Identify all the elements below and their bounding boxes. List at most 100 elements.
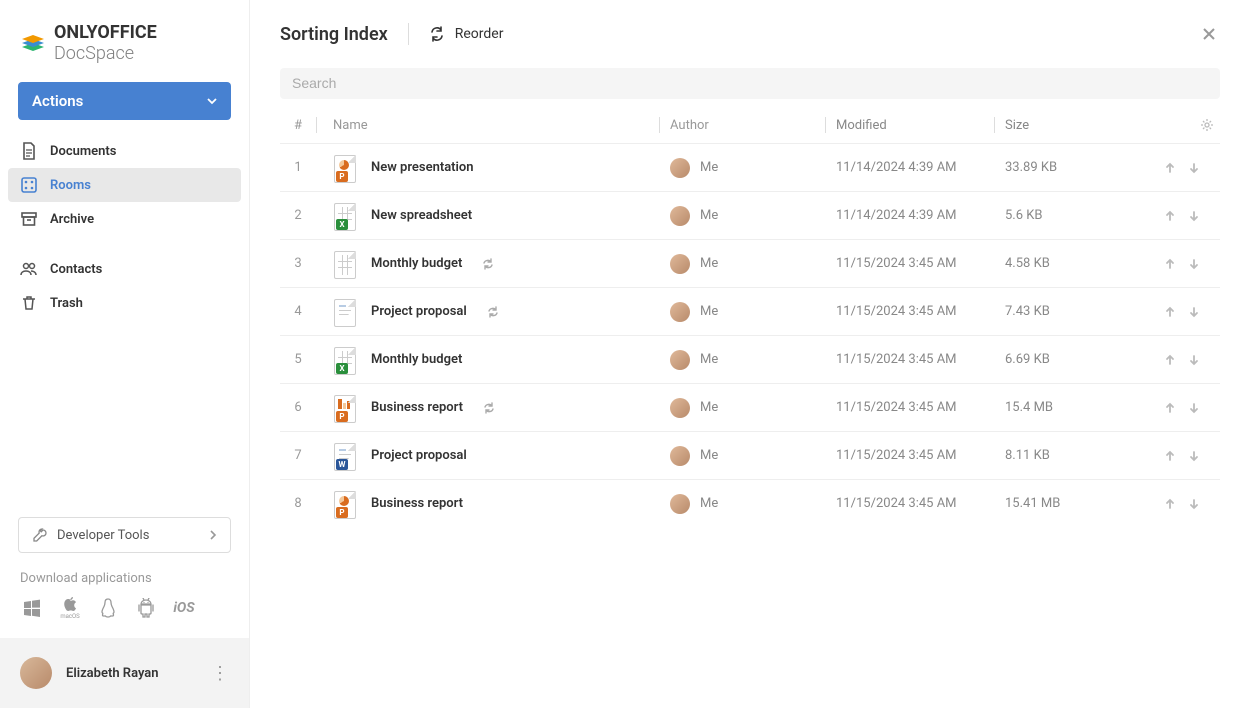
size-cell: 15.4 MB bbox=[1005, 400, 1140, 415]
sync-icon bbox=[487, 306, 499, 318]
move-up-button[interactable] bbox=[1164, 210, 1176, 222]
file-cell: P New presentation bbox=[327, 153, 659, 183]
col-index[interactable]: # bbox=[280, 118, 316, 133]
nav-label: Trash bbox=[50, 296, 83, 311]
author-name: Me bbox=[700, 352, 718, 367]
move-up-button[interactable] bbox=[1164, 402, 1176, 414]
logo-icon bbox=[20, 31, 46, 55]
move-up-button[interactable] bbox=[1164, 450, 1176, 462]
close-button[interactable] bbox=[1198, 23, 1220, 45]
nav-label: Documents bbox=[50, 144, 116, 159]
move-down-button[interactable] bbox=[1188, 162, 1200, 174]
chevron-right-icon bbox=[208, 530, 218, 540]
user-menu-button[interactable]: ⋮ bbox=[211, 663, 229, 684]
author-name: Me bbox=[700, 304, 718, 319]
author-avatar bbox=[670, 350, 690, 370]
nav-trash[interactable]: Trash bbox=[8, 286, 241, 320]
windows-icon[interactable] bbox=[20, 596, 44, 620]
search-bar[interactable] bbox=[280, 68, 1220, 99]
nav-contacts[interactable]: Contacts bbox=[8, 252, 241, 286]
move-down-button[interactable] bbox=[1188, 498, 1200, 510]
macos-icon[interactable]: macOS bbox=[58, 596, 82, 620]
file-icon: P bbox=[333, 489, 357, 519]
file-name: Monthly budget bbox=[371, 352, 462, 367]
row-index: 8 bbox=[280, 496, 316, 511]
file-name: Monthly budget bbox=[371, 256, 462, 271]
move-down-button[interactable] bbox=[1188, 450, 1200, 462]
move-down-button[interactable] bbox=[1188, 402, 1200, 414]
file-cell: X Monthly budget bbox=[327, 345, 659, 375]
ios-icon[interactable]: iOS bbox=[172, 596, 196, 620]
col-size[interactable]: Size bbox=[1005, 118, 1140, 133]
trash-icon bbox=[20, 294, 38, 312]
reorder-button[interactable]: Reorder bbox=[429, 26, 504, 42]
user-avatar[interactable] bbox=[20, 657, 52, 689]
android-icon[interactable] bbox=[134, 596, 158, 620]
file-name: Project proposal bbox=[371, 448, 467, 463]
modified-cell: 11/15/2024 3:45 AM bbox=[836, 352, 994, 367]
col-name[interactable]: Name bbox=[327, 118, 659, 133]
author-avatar bbox=[670, 158, 690, 178]
main: Sorting Index Reorder # Name Author Modi… bbox=[250, 0, 1240, 708]
logo[interactable]: ONLYOFFICE DocSpace bbox=[0, 0, 249, 82]
archive-icon bbox=[20, 210, 38, 228]
developer-tools-button[interactable]: Developer Tools bbox=[18, 517, 231, 553]
modified-cell: 11/14/2024 4:39 AM bbox=[836, 160, 994, 175]
nav-rooms[interactable]: Rooms bbox=[8, 168, 241, 202]
move-down-button[interactable] bbox=[1188, 258, 1200, 270]
table-row[interactable]: 4 Project proposal Me 11/15/2024 3:45 AM… bbox=[280, 287, 1220, 335]
col-author[interactable]: Author bbox=[670, 118, 825, 133]
linux-icon[interactable] bbox=[96, 596, 120, 620]
file-cell: P Business report bbox=[327, 489, 659, 519]
nav-label: Contacts bbox=[50, 262, 102, 277]
move-down-button[interactable] bbox=[1188, 210, 1200, 222]
move-down-button[interactable] bbox=[1188, 306, 1200, 318]
search-input[interactable] bbox=[292, 75, 1208, 91]
actions-button[interactable]: Actions bbox=[18, 82, 231, 120]
table-row[interactable]: 2 X New spreadsheet Me 11/14/2024 4:39 A… bbox=[280, 191, 1220, 239]
file-name: Business report bbox=[371, 496, 463, 511]
nav-documents[interactable]: Documents bbox=[8, 134, 241, 168]
table-row[interactable]: 7 W Project proposal Me 11/15/2024 3:45 … bbox=[280, 431, 1220, 479]
author-cell: Me bbox=[670, 206, 825, 226]
author-cell: Me bbox=[670, 254, 825, 274]
move-up-button[interactable] bbox=[1164, 354, 1176, 366]
modified-cell: 11/15/2024 3:45 AM bbox=[836, 448, 994, 463]
file-cell: P Business report bbox=[327, 393, 659, 423]
move-up-button[interactable] bbox=[1164, 498, 1176, 510]
col-modified[interactable]: Modified bbox=[836, 118, 994, 133]
file-name: New spreadsheet bbox=[371, 208, 472, 223]
table-settings-button[interactable] bbox=[1200, 118, 1220, 132]
chevron-down-icon bbox=[207, 96, 217, 106]
dev-tools-label: Developer Tools bbox=[57, 528, 149, 543]
file-icon bbox=[333, 249, 357, 279]
move-down-button[interactable] bbox=[1188, 354, 1200, 366]
nav-archive[interactable]: Archive bbox=[8, 202, 241, 236]
table-row[interactable]: 6 P Business report Me 11/15/2024 3:45 A… bbox=[280, 383, 1220, 431]
author-cell: Me bbox=[670, 494, 825, 514]
user-name: Elizabeth Rayan bbox=[66, 666, 197, 681]
size-cell: 33.89 KB bbox=[1005, 160, 1140, 175]
sync-icon bbox=[482, 258, 494, 270]
move-up-button[interactable] bbox=[1164, 306, 1176, 318]
file-icon: P bbox=[333, 393, 357, 423]
sync-icon bbox=[483, 402, 495, 414]
file-cell: Project proposal bbox=[327, 297, 659, 327]
file-icon bbox=[333, 297, 357, 327]
file-icon: W bbox=[333, 441, 357, 471]
move-up-button[interactable] bbox=[1164, 162, 1176, 174]
table-row[interactable]: 1 P New presentation Me 11/14/2024 4:39 … bbox=[280, 143, 1220, 191]
file-name: Business report bbox=[371, 400, 463, 415]
table-row[interactable]: 5 X Monthly budget Me 11/15/2024 3:45 AM… bbox=[280, 335, 1220, 383]
author-avatar bbox=[670, 446, 690, 466]
contacts-icon bbox=[20, 260, 38, 278]
file-icon: X bbox=[333, 345, 357, 375]
move-up-button[interactable] bbox=[1164, 258, 1176, 270]
table-row[interactable]: 8 P Business report Me 11/15/2024 3:45 A… bbox=[280, 479, 1220, 527]
row-index: 1 bbox=[280, 160, 316, 175]
row-index: 5 bbox=[280, 352, 316, 367]
rooms-icon bbox=[20, 176, 38, 194]
modified-cell: 11/15/2024 3:45 AM bbox=[836, 304, 994, 319]
author-name: Me bbox=[700, 160, 718, 175]
table-row[interactable]: 3 Monthly budget Me 11/15/2024 3:45 AM 4… bbox=[280, 239, 1220, 287]
